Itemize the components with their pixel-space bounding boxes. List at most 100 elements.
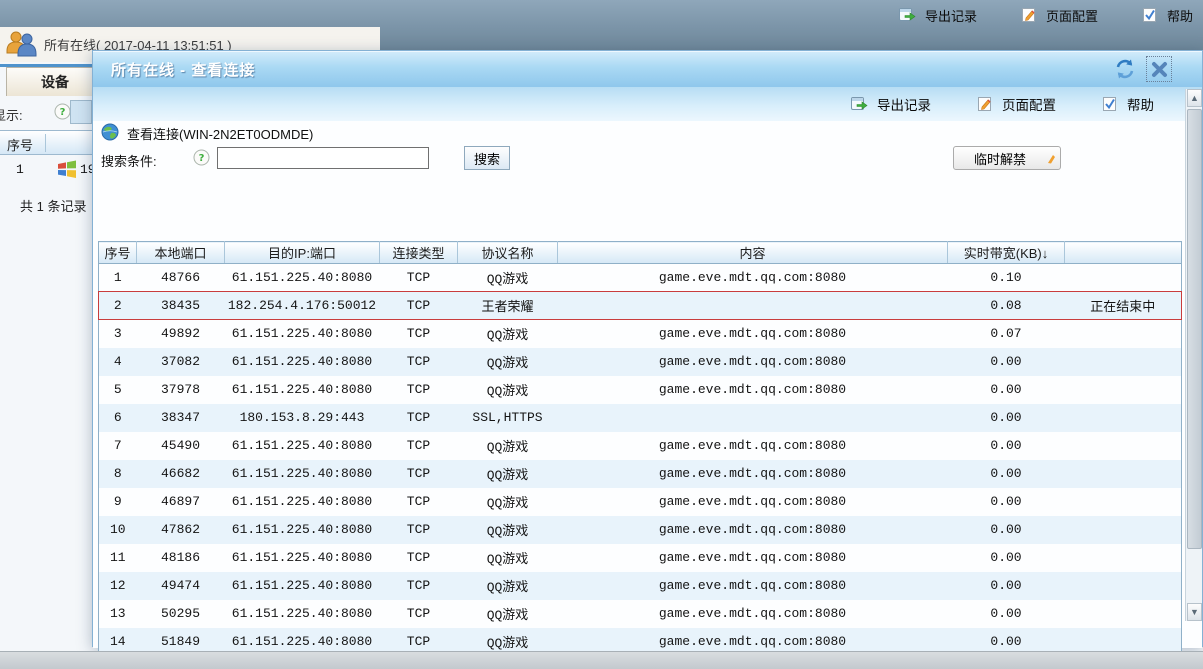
globe-icon: [101, 123, 119, 144]
table-row[interactable]: 4 37082 61.151.225.40:8080 TCP QQ游戏 game.eve.…: [98, 347, 1182, 376]
page-config-button[interactable]: 页面配置: [1021, 6, 1098, 25]
table-row[interactable]: 8 46682 61.151.225.40:8080 TCP QQ游戏 game.eve.…: [98, 459, 1182, 488]
cell-dest: 61.151.225.40:8080: [224, 459, 380, 488]
cell-seq: 10: [98, 515, 137, 544]
table-row[interactable]: 3 49892 61.151.225.40:8080 TCP QQ游戏 game.eve.…: [99, 320, 1182, 348]
cell-seq: 12: [98, 571, 137, 600]
display-label: 显示:: [0, 108, 23, 123]
table-row[interactable]: 2 38435 182.254.4.176:50012 TCP 王者荣耀 0.08 正在结束…: [98, 291, 1182, 320]
connections-header-row: 序号 本地端口 目的IP:端口 连接类型 协议名称 内容 实时带宽(KB)↓: [98, 241, 1182, 264]
cell-status: [1065, 320, 1182, 348]
cell-protocol: QQ游戏: [486, 496, 529, 511]
export-records-label: 导出记录: [924, 8, 977, 24]
dialog-export-records-button[interactable]: 导出记录: [851, 94, 931, 114]
screen: 导出记录 页面配置 帮助 所有在线( 2017-04-11 13:51:51 )…: [0, 0, 1203, 669]
table-row[interactable]: 12 49474 61.151.225.40:8080 TCP QQ游戏 game.eve…: [98, 571, 1182, 600]
temporary-unban-button[interactable]: 临时解禁: [953, 146, 1061, 170]
cell-dest: 61.151.225.40:8080: [231, 270, 373, 285]
cell-conn_type: TCP: [379, 571, 458, 600]
cell-seq: 6: [98, 403, 137, 432]
svg-text:?: ?: [60, 107, 66, 118]
cell-conn_type: TCP: [379, 403, 458, 432]
cell-protocol: QQ游戏: [486, 328, 529, 344]
dialog-toolbar: 导出记录 页面配置 帮助: [93, 87, 1202, 121]
search-help-icon[interactable]: ?: [193, 149, 210, 169]
table-row[interactable]: 13 50295 61.151.225.40:8080 TCP QQ游戏 game.eve…: [99, 600, 1182, 628]
cell-content: game.eve.mdt.qq.com:8080: [557, 347, 948, 376]
cell-status: [1064, 571, 1182, 600]
tab-device[interactable]: 设备: [6, 67, 104, 96]
cell-protocol: QQ游戏: [457, 571, 558, 600]
cell-local_port: 50295: [160, 606, 200, 621]
vertical-scrollbar[interactable]: ▲ ▼: [1185, 89, 1202, 621]
display-help-icon[interactable]: ?: [54, 103, 71, 123]
cell-bandwidth: 0.07: [990, 326, 1022, 342]
cell-status: [1065, 600, 1182, 628]
cell-protocol: QQ游戏: [486, 552, 529, 567]
cell-local_port: 46897: [160, 494, 200, 509]
table-row[interactable]: 5 37978 61.151.225.40:8080 TCP QQ游戏 game.eve.…: [99, 376, 1182, 404]
column-header-4[interactable]: 协议名称: [457, 241, 558, 264]
cell-dest: 61.151.225.40:8080: [231, 606, 373, 621]
cell-content: game.eve.mdt.qq.com:8080: [557, 459, 948, 488]
scrollbar-thumb[interactable]: [1187, 109, 1202, 549]
cell-status: [1065, 544, 1182, 572]
cell-local_port: 49474: [136, 571, 225, 600]
cell-seq: 7: [113, 438, 122, 453]
cell-seq: 3: [113, 326, 122, 342]
cell-conn_type: TCP: [379, 347, 458, 376]
cell-local_port: 48186: [160, 550, 200, 565]
cell-seq: 5: [113, 382, 122, 397]
refresh-icon[interactable]: [1114, 58, 1136, 80]
cell-status: [1065, 264, 1182, 292]
bottom-status-strip: [0, 651, 1203, 669]
close-icon[interactable]: [1146, 56, 1172, 82]
scroll-up-arrow[interactable]: ▲: [1187, 89, 1202, 107]
cell-conn_type: TCP: [379, 515, 458, 544]
cell-conn_type: TCP: [406, 438, 431, 453]
cell-local_port: 37082: [136, 347, 225, 376]
cell-content: game.eve.mdt.qq.com:8080: [658, 326, 847, 342]
table-row[interactable]: 11 48186 61.151.225.40:8080 TCP QQ游戏 game.eve…: [99, 544, 1182, 572]
cell-status: [1064, 515, 1182, 544]
cell-content: game.eve.mdt.qq.com:8080: [658, 270, 847, 285]
column-header-1[interactable]: 本地端口: [136, 241, 225, 264]
column-header-2[interactable]: 目的IP:端口: [224, 241, 380, 264]
dialog-page-config-button[interactable]: 页面配置: [977, 94, 1056, 114]
table-row[interactable]: 1 48766 61.151.225.40:8080 TCP QQ游戏 game.eve.…: [99, 264, 1182, 292]
cell-content: game.eve.mdt.qq.com:8080: [658, 606, 847, 621]
cell-local_port: 38435: [136, 291, 225, 320]
column-divider: [45, 134, 46, 152]
cell-content: game.eve.mdt.qq.com:8080: [557, 515, 948, 544]
export-records-button[interactable]: 导出记录: [898, 6, 977, 25]
page-config-label: 页面配置: [1045, 8, 1098, 24]
help-button[interactable]: 帮助: [1142, 6, 1193, 25]
bg-row-seq: 1: [16, 162, 24, 177]
cell-seq: 1: [113, 270, 122, 285]
dialog-titlebar[interactable]: 所有在线 - 查看连接: [93, 51, 1202, 87]
search-input[interactable]: [217, 147, 429, 169]
cell-conn_type: TCP: [406, 326, 431, 342]
search-button[interactable]: 搜索: [464, 146, 510, 170]
scroll-down-arrow[interactable]: ▼: [1187, 603, 1202, 621]
table-row[interactable]: 9 46897 61.151.225.40:8080 TCP QQ游戏 game.eve.…: [99, 488, 1182, 516]
display-select[interactable]: [70, 100, 92, 124]
column-header-5[interactable]: 内容: [557, 241, 948, 264]
cell-protocol: QQ游戏: [486, 272, 529, 287]
cell-status: [1064, 403, 1182, 432]
table-row[interactable]: 10 47862 61.151.225.40:8080 TCP QQ游戏 game.eve…: [98, 515, 1182, 544]
cell-content: game.eve.mdt.qq.com:8080: [658, 382, 847, 397]
bg-seq-header: 序号: [7, 138, 34, 153]
column-header-3[interactable]: 连接类型: [379, 241, 458, 264]
column-header-0[interactable]: 序号: [98, 241, 137, 264]
cell-seq: 8: [98, 459, 137, 488]
table-row[interactable]: 7 45490 61.151.225.40:8080 TCP QQ游戏 game.eve.…: [99, 432, 1182, 460]
connections-table: 序号 本地端口 目的IP:端口 连接类型 协议名称 内容 实时带宽(KB)↓ 1 48766 6…: [98, 241, 1182, 669]
column-header-6[interactable]: 实时带宽(KB)↓: [947, 241, 1065, 264]
cell-dest: 61.151.225.40:8080: [231, 550, 373, 565]
table-row[interactable]: 6 38347 180.153.8.29:443 TCP SSL,HTTPS 0.00: [98, 403, 1182, 432]
dialog-help-button[interactable]: 帮助: [1102, 94, 1154, 114]
cell-protocol: QQ游戏: [486, 384, 529, 399]
unban-pen-icon: [1046, 152, 1056, 167]
column-header-7[interactable]: [1064, 241, 1182, 264]
